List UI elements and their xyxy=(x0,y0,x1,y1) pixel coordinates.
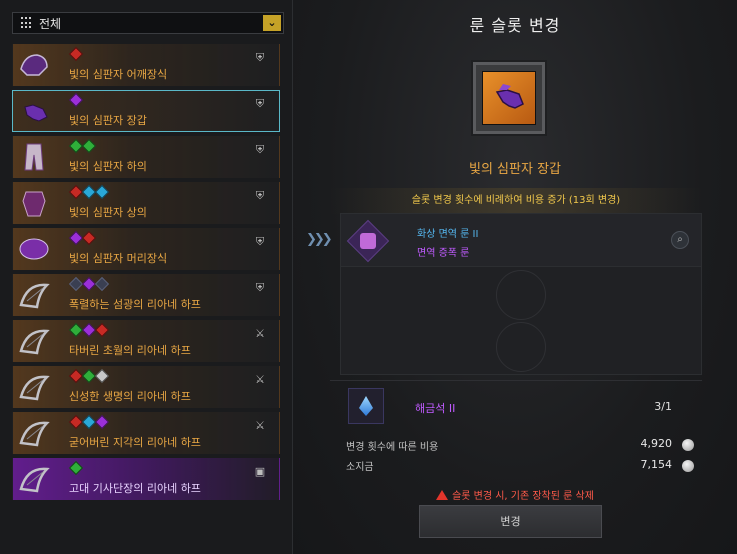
armor-category-icon: ⛨ xyxy=(255,281,265,294)
equipment-list-item[interactable]: 빛의 심판자 상의 ⛨ xyxy=(12,182,280,224)
gloves-icon xyxy=(16,94,52,128)
silver-coin-icon xyxy=(682,439,694,451)
panel-title: 룬 슬롯 변경 xyxy=(469,16,561,35)
rune-gem-slots xyxy=(68,322,110,338)
rune-gem-slots xyxy=(68,460,84,476)
harp-icon xyxy=(16,370,52,404)
equipment-name: 고대 기사단장의 리아네 하프 xyxy=(69,482,201,495)
rune-gem-slots xyxy=(68,276,110,292)
pants-icon xyxy=(16,140,52,174)
cost-label: 변경 횟수에 따른 비용 xyxy=(346,442,439,453)
cost-value: 4,920 xyxy=(640,437,673,450)
chevron-down-icon[interactable]: ⌄ xyxy=(263,15,281,31)
equipment-list-item[interactable]: 고대 기사단장의 리아네 하프 ▣ xyxy=(12,458,280,500)
gem-icon xyxy=(94,322,110,338)
equipment-name: 신성한 생명의 리아네 하프 xyxy=(69,390,191,403)
rune-gem-slots xyxy=(68,184,110,200)
selected-item-name: 빛의 심판자 장갑 xyxy=(469,162,561,177)
owned-label: 소지금 xyxy=(346,462,374,473)
bag-category-icon: ▣ xyxy=(254,465,266,478)
equipment-list-item[interactable]: 신성한 생명의 리아네 하프 ⚔ xyxy=(12,366,280,408)
cost-panel: 해금석 II 3/1 변경 횟수에 따른 비용 4,920 소지금 7,154 xyxy=(330,382,702,478)
equipment-name: 빛의 심판자 하의 xyxy=(69,160,147,173)
equipment-list: 빛의 심판자 어깨장식 ⛨ 빛의 심판자 장갑 ⛨ 빛의 심판자 하의 ⛨ 빛의 심판자 상… xyxy=(12,44,280,504)
armor-category-icon: ⛨ xyxy=(255,235,265,248)
grid-icon xyxy=(21,17,33,29)
helmet-icon xyxy=(16,232,52,266)
chest-armor-icon xyxy=(16,186,52,220)
crystal-material-icon xyxy=(348,388,384,424)
silver-coin-icon xyxy=(682,460,694,472)
rune-gem-slots xyxy=(68,92,84,108)
equipment-name: 빛의 심판자 어깨장식 xyxy=(69,68,168,81)
material-count: 3/1 xyxy=(654,400,672,413)
armor-category-icon: ⛨ xyxy=(255,97,265,110)
equipment-list-item[interactable]: 타버린 초월의 리아네 하프 ⚔ xyxy=(12,320,280,362)
equipment-list-item[interactable]: 빛의 심판자 장갑 ⛨ xyxy=(12,90,280,132)
weapon-category-icon: ⚔ xyxy=(255,373,265,386)
equipment-list-item[interactable]: 빛의 심판자 하의 ⛨ xyxy=(12,136,280,178)
rune-name-secondary: 면역 증폭 룬 xyxy=(417,248,470,259)
search-icon[interactable]: ⌕ xyxy=(671,231,689,249)
weapon-category-icon: ⚔ xyxy=(255,419,265,432)
equipment-list-item[interactable]: 굳어버린 지각의 리아네 하프 ⚔ xyxy=(12,412,280,454)
armor-category-icon: ⛨ xyxy=(255,51,265,64)
empty-rune-slot xyxy=(496,270,546,320)
equipment-name: 빛의 심판자 상의 xyxy=(69,206,147,219)
rune-gem-slots xyxy=(68,46,84,62)
gem-icon xyxy=(81,230,97,246)
cost-increase-notice: 슬롯 변경 횟수에 비례하여 비용 증가 (13회 변경) xyxy=(330,188,702,214)
harp-icon xyxy=(16,416,52,450)
equipment-name: 빛의 심판자 장갑 xyxy=(69,114,147,127)
rune-name-primary: 화상 면역 룬 II xyxy=(417,229,479,240)
rune-slot-change-panel: 룬 슬롯 변경 빛의 심판자 장갑 슬롯 변경 횟수에 비례하여 비용 증가 (… xyxy=(293,0,737,554)
rune-gem-slots xyxy=(68,368,110,384)
armor-category-icon: ⛨ xyxy=(255,189,265,202)
delete-warning: 슬롯 변경 시, 기존 장착된 룬 삭제 xyxy=(293,487,737,502)
equipment-list-item[interactable]: 빛의 심판자 어깨장식 ⛨ xyxy=(12,44,280,86)
selected-item-slot xyxy=(473,62,545,134)
harp-icon xyxy=(16,462,52,496)
empty-rune-slot xyxy=(496,322,546,372)
gem-icon xyxy=(94,414,110,430)
material-name: 해금석 II xyxy=(415,402,456,415)
rune-slot-row[interactable]: 화상 면역 룬 II 면역 증폭 룬 ⌕ xyxy=(341,214,701,267)
rune-slot-list: 화상 면역 룬 II 면역 증폭 룬 ⌕ xyxy=(340,213,702,375)
harp-icon xyxy=(16,324,52,358)
equipment-name: 빛의 심판자 머리장식 xyxy=(69,252,168,265)
gem-icon xyxy=(94,276,110,292)
equipment-list-item[interactable]: 폭렬하는 섬광의 리아네 하프 ⛨ xyxy=(12,274,280,316)
weapon-category-icon: ⚔ xyxy=(255,327,265,340)
gem-icon xyxy=(81,138,97,154)
shoulder-armor-icon xyxy=(16,48,52,82)
equipment-list-item[interactable]: 빛의 심판자 머리장식 ⛨ xyxy=(12,228,280,270)
gem-icon xyxy=(68,92,84,108)
owned-value: 7,154 xyxy=(640,458,673,471)
equipment-name: 폭렬하는 섬광의 리아네 하프 xyxy=(69,298,201,311)
equipment-list-panel: 전체 ⌄ 빛의 심판자 어깨장식 ⛨ 빛의 심판자 장갑 ⛨ 빛의 심판자 하의 ⛨ 빛의 … xyxy=(0,0,293,554)
harp-icon xyxy=(16,278,52,312)
change-button[interactable]: 변경 xyxy=(419,505,602,538)
equipment-name: 타버린 초월의 리아네 하프 xyxy=(69,344,191,357)
warning-text: 슬롯 변경 시, 기존 장착된 룬 삭제 xyxy=(452,491,594,502)
gem-icon xyxy=(94,184,110,200)
rune-gem-slots xyxy=(68,230,97,246)
category-filter-dropdown[interactable]: 전체 ⌄ xyxy=(12,12,284,34)
gem-icon xyxy=(94,368,110,384)
rune-gem-slots xyxy=(68,414,110,430)
armor-category-icon: ⛨ xyxy=(255,143,265,156)
gem-icon xyxy=(68,46,84,62)
equipment-name: 굳어버린 지각의 리아네 하프 xyxy=(69,436,201,449)
warning-icon xyxy=(436,490,449,500)
rune-icon xyxy=(360,233,376,249)
gem-icon xyxy=(68,460,84,476)
divider xyxy=(330,380,702,381)
gloves-icon xyxy=(482,71,536,125)
rune-gem-slots xyxy=(68,138,97,154)
filter-label: 전체 xyxy=(39,16,62,31)
triple-arrow-icon: ❯❯❯ xyxy=(306,232,333,247)
